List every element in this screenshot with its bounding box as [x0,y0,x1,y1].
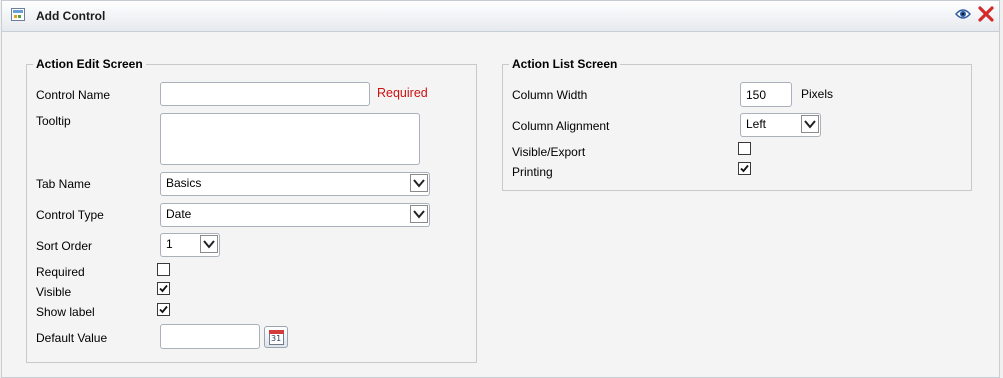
column-width-label: Column Width [512,88,588,102]
eye-icon[interactable] [955,8,971,20]
required-checkbox[interactable] [157,263,170,276]
tab-name-label: Tab Name [36,177,91,191]
default-value-label: Default Value [36,331,108,345]
visible-export-label: Visible/Export [512,145,586,159]
chevron-down-icon [410,174,428,192]
column-alignment-label: Column Alignment [512,119,610,133]
action-list-screen-legend: Action List Screen [509,57,621,71]
action-edit-screen-legend: Action Edit Screen [33,57,146,71]
column-alignment-select[interactable]: Left [740,113,821,137]
column-width-input[interactable] [740,82,792,107]
checkmark-icon [159,305,168,314]
chevron-down-icon [200,235,218,253]
control-type-select[interactable]: Date [160,203,430,227]
default-value-input[interactable] [160,324,260,349]
calendar-icon[interactable]: 31 [264,326,288,348]
control-name-input[interactable] [160,82,370,106]
control-name-label: Control Name [36,88,111,102]
close-icon[interactable] [978,6,994,22]
visible-export-checkbox[interactable] [738,142,751,155]
column-alignment-value: Left [746,117,767,131]
sort-order-value: 1 [166,237,173,251]
tooltip-textarea[interactable] [160,113,420,165]
printing-checkbox[interactable] [738,162,751,175]
printing-label: Printing [512,165,553,179]
pixels-unit-label: Pixels [801,87,834,101]
tab-name-value: Basics [166,176,202,190]
dialog-titlebar: Add Control [2,1,999,32]
form-icon [11,8,25,21]
sort-order-label: Sort Order [36,239,93,253]
chevron-down-icon [801,115,819,133]
visible-checkbox[interactable] [157,282,170,295]
required-label: Required [36,265,85,279]
tooltip-label: Tooltip [36,114,71,128]
dialog-title: Add Control [36,9,106,23]
sort-order-select[interactable]: 1 [160,233,220,257]
required-indicator: Required [377,86,428,100]
show-label-label: Show label [36,305,95,319]
visible-label: Visible [36,285,72,299]
calendar-day-number: 31 [271,334,282,343]
show-label-checkbox[interactable] [157,303,170,316]
action-edit-screen-group: Action Edit Screen Control Name Required… [26,57,477,363]
chevron-down-icon [410,205,428,223]
add-control-dialog: Add Control Action Edit Screen Control N… [1,0,1000,378]
tab-name-select[interactable]: Basics [160,172,430,196]
checkmark-icon [159,284,168,293]
checkmark-icon [740,164,749,173]
control-type-value: Date [166,207,192,221]
control-type-label: Control Type [36,208,104,222]
action-list-screen-group: Action List Screen Column Width Pixels C… [502,57,972,191]
